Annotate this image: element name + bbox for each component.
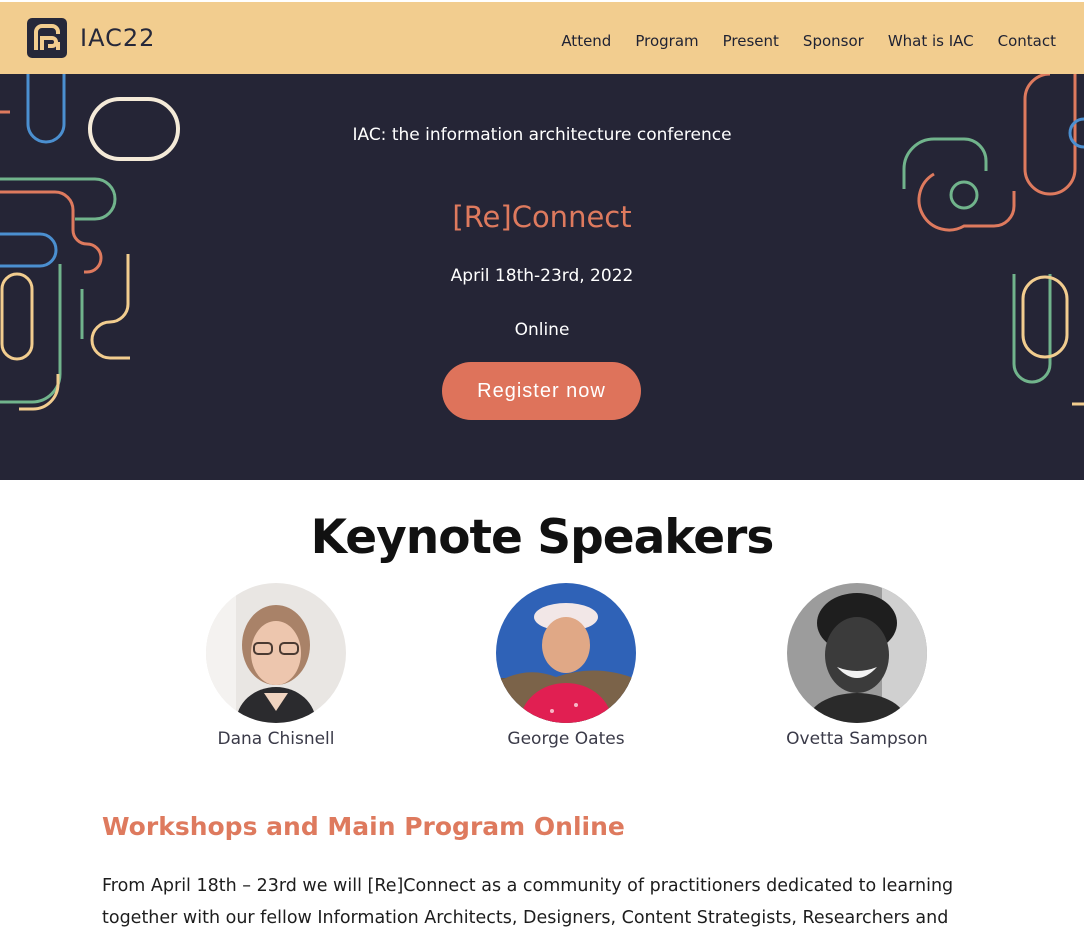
keynote-heading: Keynote Speakers (310, 510, 775, 565)
main-nav: Attend Program Present Sponsor What is I… (537, 32, 1056, 50)
speaker-photo-icon (496, 583, 636, 723)
nav-program[interactable]: Program (635, 32, 698, 50)
speaker-photo-icon (206, 583, 346, 723)
nav-contact[interactable]: Contact (998, 32, 1056, 50)
speaker-card[interactable]: George Oates (466, 583, 666, 749)
iac-logo-icon (27, 18, 67, 58)
nav-present[interactable]: Present (723, 32, 779, 50)
hero-tagline: IAC: the information architecture confer… (352, 125, 732, 145)
site-logo[interactable]: IAC22 (27, 18, 155, 58)
hero-dates: April 18th-23rd, 2022 (450, 266, 634, 286)
nav-sponsor[interactable]: Sponsor (803, 32, 864, 50)
logo-text: IAC22 (80, 24, 156, 52)
speaker-avatar[interactable] (787, 583, 927, 723)
hero-location: Online (514, 320, 570, 340)
site-header: IAC22 Attend Program Present Sponsor Wha… (0, 0, 1084, 74)
register-button[interactable]: Register now (442, 362, 641, 420)
hero-banner: IAC: the information architecture confer… (0, 74, 1084, 480)
speaker-card[interactable]: Ovetta Sampson (757, 583, 957, 749)
speaker-avatar[interactable] (496, 583, 636, 723)
speaker-name: Dana Chisnell (217, 729, 335, 749)
nav-what-is-iac[interactable]: What is IAC (888, 32, 974, 50)
speaker-card[interactable]: Dana Chisnell (176, 583, 376, 749)
speaker-name: Ovetta Sampson (786, 729, 928, 749)
nav-attend[interactable]: Attend (561, 32, 611, 50)
program-intro-text: From April 18th – 23rd we will [Re]Conne… (102, 876, 954, 928)
speaker-photo-icon (787, 583, 927, 723)
speaker-avatar[interactable] (206, 583, 346, 723)
hero-title: [Re]Connect (452, 200, 632, 234)
program-section-title: Workshops and Main Program Online (102, 812, 625, 841)
speaker-name: George Oates (507, 729, 625, 749)
